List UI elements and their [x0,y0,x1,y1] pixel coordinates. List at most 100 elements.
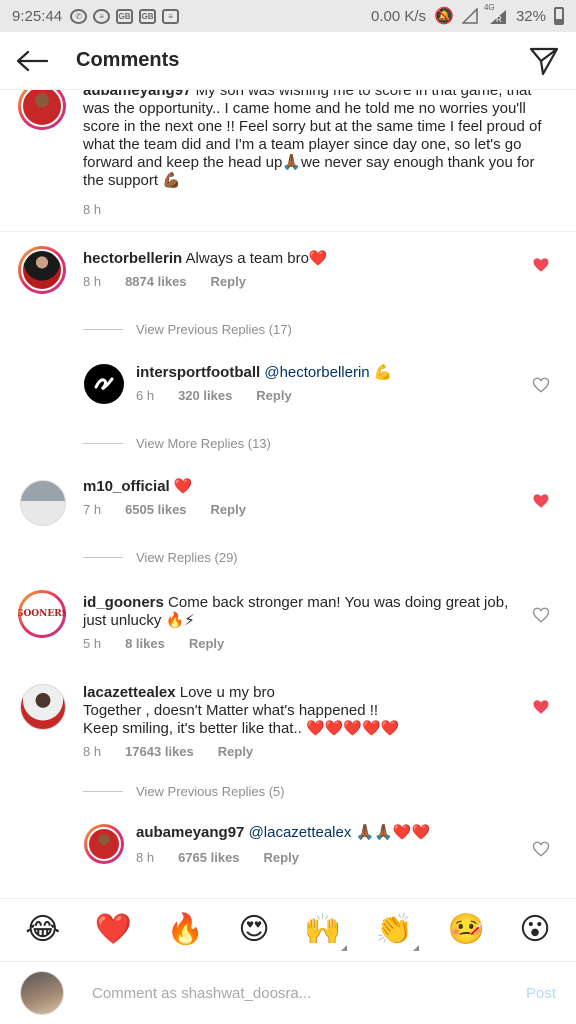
reply-button[interactable]: Reply [211,274,246,289]
comment-username[interactable]: intersportfootball [136,364,260,381]
heart-filled-icon[interactable] [532,698,550,716]
heart-outline-icon[interactable] [532,840,550,858]
view-replies-label: View More Replies (13) [136,436,271,451]
view-replies-label: View Previous Replies (5) [136,784,285,799]
avatar[interactable]: GOONERS [18,590,66,638]
comment-composer: Post [0,962,576,1024]
comment-likes[interactable]: 8874 likes [125,274,186,289]
battery-icon [554,7,564,25]
replies-line [83,443,123,444]
gb-icon-2: GB [139,8,157,24]
heart-outline-icon[interactable] [532,376,550,394]
comment-likes[interactable]: 17643 likes [125,744,194,759]
view-replies-button[interactable]: View More Replies (13) [83,436,271,451]
app-notification-icon: ≡ [93,8,111,24]
avatar[interactable] [18,90,66,130]
comment-meta: 6 h 320 likes Reply [136,388,292,403]
post-button[interactable]: Post [526,985,556,1002]
emoji-glyph: 👏 [375,912,414,947]
comment-text: intersportfootball @hectorbellerin 💪 [136,364,516,382]
comment-username[interactable]: aubameyang97 [136,824,244,841]
comment-meta: 7 h 6505 likes Reply [83,502,246,517]
comment-text: m10_official ❤️ [83,478,513,496]
comment-body: My son was wishing me to score in that g… [83,90,542,189]
reply-button[interactable]: Reply [189,636,224,651]
reply-button[interactable]: Reply [264,850,299,865]
comment-meta: 5 h 8 likes Reply [83,636,224,651]
comment-body-line-2: Together , doesn't Matter what's happene… [83,702,379,719]
comment-username[interactable]: aubameyang97 [83,90,191,99]
view-replies-button[interactable]: View Previous Replies (17) [83,322,292,337]
emoji-button[interactable]: 🔥 [167,913,204,947]
comment-time: 8 h [83,744,102,759]
gb-icon: GB [116,8,134,24]
emoji-button-with-skin-tone[interactable]: 👏 [375,912,420,951]
battery-level: 32% [515,7,546,25]
reply-button[interactable]: Reply [256,388,291,403]
heart-filled-icon[interactable] [532,256,550,274]
network-speed: 0.00 K/s [371,7,427,25]
view-replies-button[interactable]: View Previous Replies (5) [83,784,285,799]
comment-text: aubameyang97 My son was wishing me to sc… [83,90,543,190]
gooners-logo-icon: GOONERS [18,609,66,619]
comment-time: 5 h [83,636,102,651]
current-user-avatar [20,971,64,1015]
emoji-button-with-skin-tone[interactable]: 🙌 [304,912,348,951]
reply-button[interactable]: Reply [218,744,253,759]
comment-body: ❤️ [173,478,193,495]
reply-button[interactable]: Reply [211,502,246,517]
comment-text: hectorbellerin Always a team bro❤️ [83,250,513,268]
comment-likes[interactable]: 6505 likes [125,502,186,517]
comment-mention[interactable]: @lacazettealex [249,824,352,841]
comment-item: m10_official ❤️ 7 h 6505 likes Reply [0,478,576,534]
reply-item: intersportfootball @hectorbellerin 💪 6 h… [0,364,576,414]
comment-likes[interactable]: 320 likes [178,388,232,403]
comment-meta: 8 h 17643 likes Reply [83,744,253,759]
comment-username[interactable]: id_gooners [83,594,164,611]
emoji-glyph: 🙌 [304,912,342,947]
status-time: 9:25:44 [12,7,63,25]
avatar[interactable] [84,364,124,404]
emoji-button[interactable]: ❤️ [95,913,132,947]
status-bar: 9:25:44 ✆ ≡ GB GB ≡ 0.00 K/s 🔕 4G R 32% [0,0,576,32]
back-button[interactable] [12,41,52,81]
heart-outline-icon[interactable] [532,606,550,624]
comment-input[interactable] [92,984,526,1002]
signal-4g-icon: 4G R [484,3,508,25]
divider [0,231,576,232]
emoji-button[interactable]: 😮 [519,913,550,947]
comment-username[interactable]: m10_official [83,478,170,495]
emoji-button[interactable]: 🤒 [448,913,485,947]
comment-time: 6 h [136,388,155,403]
comment-text: aubameyang97 @lacazettealex 🙏🏾🙏🏾❤️❤️ [136,824,516,842]
signal-empty-icon [461,8,478,24]
avatar[interactable] [20,684,66,730]
heart-filled-icon[interactable] [532,492,550,510]
comment-username[interactable]: lacazettealex [83,684,176,701]
arrow-left-icon [16,50,48,71]
comment-body: Always a team bro❤️ [185,250,328,267]
comment-item: aubameyang97 My son was wishing me to sc… [0,90,576,232]
comment-time: 8 h [83,202,102,217]
comment-mention[interactable]: @hectorbellerin [264,364,369,381]
emoji-button[interactable]: 😂 [25,913,60,947]
comments-list[interactable]: aubameyang97 My son was wishing me to sc… [0,90,576,898]
share-button[interactable] [526,43,562,79]
comment-likes[interactable]: 6765 likes [178,850,239,865]
view-replies-button[interactable]: View Replies (29) [83,550,238,565]
comment-item: lacazettealex Love u my bro Together , d… [0,684,576,764]
comment-meta: 8 h 6765 likes Reply [136,850,299,865]
avatar[interactable] [18,246,66,294]
comment-text: lacazettealex Love u my bro Together , d… [83,684,523,738]
comment-likes[interactable]: 8 likes [125,636,165,651]
comment-text: id_gooners Come back stronger man! You w… [83,594,523,630]
avatar[interactable] [84,824,124,864]
view-replies-label: View Previous Replies (17) [136,322,292,337]
replies-line [83,557,123,558]
comment-body-line-3: Keep smiling, it's better like that.. ❤️… [83,720,400,737]
emoji-button[interactable]: 😍 [238,913,269,947]
comment-username[interactable]: hectorbellerin [83,250,182,267]
avatar[interactable] [20,480,66,526]
comment-item: GOONERS id_gooners Come back stronger ma… [0,590,576,660]
skin-tone-indicator-icon [413,945,420,951]
